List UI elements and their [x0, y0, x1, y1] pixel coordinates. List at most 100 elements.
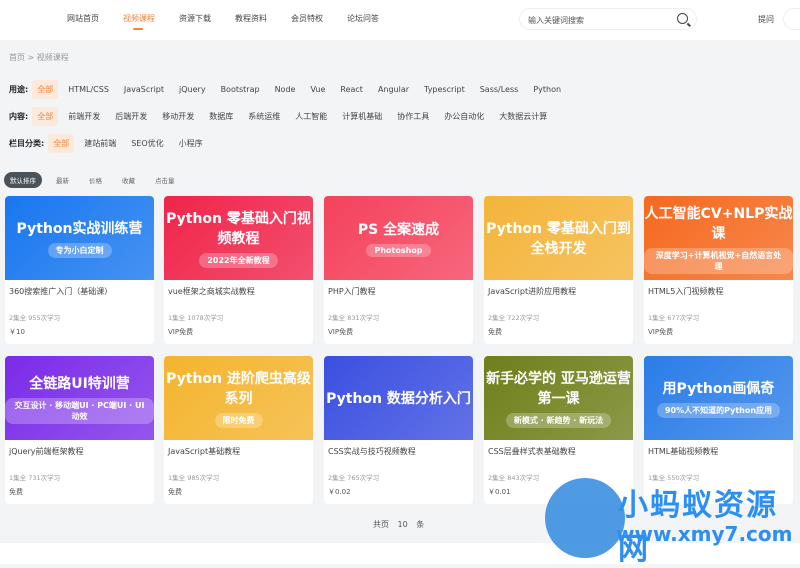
banner-title: 人工智能CV+NLP实战课 [644, 205, 793, 242]
course-price: ￥10 [9, 328, 25, 336]
filter-option[interactable]: jQuery [174, 81, 211, 98]
course-card[interactable]: Python 数据分析入门 CSS实战与技巧视频教程 2集全 765次学习 ￥0.02 [324, 356, 473, 504]
course-title[interactable]: PHP入门教程 [328, 286, 469, 297]
course-title[interactable]: CSS层叠样式表基础教程 [488, 446, 629, 457]
filter-option[interactable]: 人工智能 [290, 107, 332, 126]
sort-option[interactable]: 收藏 [116, 172, 141, 188]
filter-option[interactable]: 全部 [48, 134, 75, 153]
course-meta: 1集全 731次学习 [9, 474, 61, 482]
course-title[interactable]: CSS实战与技巧视频教程 [328, 446, 469, 457]
banner-title: PS 全案速成 [357, 222, 440, 238]
filter-option[interactable]: 移动开发 [157, 107, 199, 126]
filter-option[interactable]: Node [270, 81, 301, 98]
filter-option[interactable]: Python [528, 81, 566, 98]
course-meta: 2集全 831次学习 [328, 314, 380, 322]
course-banner[interactable]: 人工智能CV+NLP实战课深度学习+计算机视觉+自然语言处理 [644, 196, 793, 280]
course-card[interactable]: PS 全案速成 Photoshop PHP入门教程 2集全 831次学习 VIP免费 [324, 196, 473, 344]
filter-option[interactable]: 全部 [32, 80, 59, 99]
filter-option[interactable]: 协作工具 [392, 107, 434, 126]
filter-row: 内容: 全部 前端开发 后端开发 移动开发 数据库 系统运维 人工智能 计算机基础 协作工具 办公自… [9, 107, 557, 126]
course-meta: 1集全 1078次学习 [168, 314, 224, 322]
course-card[interactable]: Python实战训练营 专为小白定制 360搜索推广入门（基础课） 2集全 955次学… [5, 196, 154, 344]
course-banner[interactable]: Python 数据分析入门 [324, 356, 473, 440]
nav-item[interactable]: 论坛问答 [347, 13, 379, 24]
course-banner[interactable]: Python 进阶爬虫高级系列限时免费 [164, 356, 313, 440]
nav-item[interactable]: 网站首页 [67, 13, 99, 24]
filter-option[interactable]: 计算机基础 [337, 107, 387, 126]
course-card[interactable]: 人工智能CV+NLP实战课深度学习+计算机视觉+自然语言处理 HTML5入门视频教… [644, 196, 793, 344]
sort-option[interactable]: 点击量 [149, 172, 181, 188]
nav-item[interactable]: 会员特权 [291, 13, 323, 24]
course-banner[interactable]: Python 零基础入门视频教程 2022年全新教程 [164, 196, 313, 280]
filter-option[interactable]: 后端开发 [110, 107, 152, 126]
course-title[interactable]: HTML基础视频教程 [648, 446, 789, 457]
filter-option[interactable]: JavaScript [119, 81, 169, 98]
filter-option[interactable]: 小程序 [174, 134, 208, 153]
banner-subtitle: 深度学习+计算机视觉+自然语言处理 [644, 247, 793, 274]
filter-option[interactable]: React [335, 81, 368, 98]
search-input[interactable]: 输入关键词搜索 [519, 8, 697, 30]
course-banner[interactable]: 全链路UI特训营 交互设计 · 移动端UI · PC端UI · UI动效 [5, 356, 154, 440]
filter-option[interactable]: 前端开发 [63, 107, 105, 126]
course-title[interactable]: HTML5入门视频教程 [648, 286, 789, 297]
sort-option[interactable]: 默认排序 [4, 172, 42, 188]
ask-link[interactable]: 提问 [758, 14, 774, 25]
nav-item[interactable]: 资源下载 [179, 13, 211, 24]
course-title[interactable]: jQuery前端框架教程 [9, 446, 150, 457]
filter-option[interactable]: 数据库 [204, 107, 238, 126]
course-price: 免费 [488, 328, 502, 336]
banner-title: Python 零基础入门视频教程 [166, 211, 311, 247]
course-banner[interactable]: Python实战训练营 专为小白定制 [5, 196, 154, 280]
filter-option[interactable]: 大数据云计算 [494, 107, 552, 126]
filter-option[interactable]: HTML/CSS [63, 81, 114, 98]
filter-option[interactable]: Bootstrap [216, 81, 265, 98]
course-card[interactable]: Python 进阶爬虫高级系列 限时免费 JavaScript基础教程 1集全 985… [164, 356, 313, 504]
course-card[interactable]: Python 零基础入门到全栈开发 JavaScript进阶应用教程 2集全 722… [484, 196, 633, 344]
course-banner[interactable]: 新手必学的 亚马逊运营 第一课 新模式 · 新趋势 · 新玩法 [484, 356, 633, 440]
filter-option[interactable]: Typescript [419, 81, 470, 98]
filter-option[interactable]: SEO优化 [126, 134, 168, 153]
course-title[interactable]: vue框架之商城实战教程 [168, 286, 309, 297]
course-banner[interactable]: 用Python画佩奇 90%人不知道的Python应用 [644, 356, 793, 440]
course-card[interactable]: 新手必学的 亚马逊运营 第一课 新模式 · 新趋势 · 新玩法 CSS层叠样式表基础… [484, 356, 633, 504]
filter-option[interactable]: Vue [305, 81, 330, 98]
banner-subtitle: 限时免费 [214, 413, 263, 428]
breadcrumb: 首页 > 视频课程 [9, 53, 69, 62]
course-meta: 2集全 722次学习 [488, 314, 540, 322]
filter-label: 内容: [9, 112, 29, 121]
search-placeholder: 输入关键词搜索 [528, 16, 584, 25]
banner-subtitle: 90%人不知道的Python应用 [656, 403, 781, 418]
banner-title: Python 零基础入门到全栈开发 [486, 221, 631, 257]
sort-option[interactable]: 最新 [50, 172, 75, 188]
banner-subtitle: 新模式 · 新趋势 · 新玩法 [505, 413, 612, 428]
course-title[interactable]: JavaScript进阶应用教程 [488, 286, 629, 297]
course-title[interactable]: 360搜索推广入门（基础课） [9, 286, 150, 297]
banner-subtitle: 2022年全新教程 [199, 253, 278, 268]
course-banner[interactable]: PS 全案速成 Photoshop [324, 196, 473, 280]
banner-title: Python 进阶爬虫高级系列 [166, 371, 311, 407]
course-card[interactable]: Python 零基础入门视频教程 2022年全新教程 vue框架之商城实战教程 1集全… [164, 196, 313, 344]
filter-option[interactable]: 建站前端 [79, 134, 121, 153]
search-icon[interactable] [677, 13, 688, 24]
filter-row: 栏目分类: 全部 建站前端 SEO优化 小程序 [9, 134, 213, 153]
banner-title: 全链路UI特训营 [29, 375, 130, 392]
sort-option[interactable]: 价格 [83, 172, 108, 188]
filter-option[interactable]: 系统运维 [243, 107, 285, 126]
filter-option[interactable]: Angular [373, 81, 414, 98]
course-banner[interactable]: Python 零基础入门到全栈开发 [484, 196, 633, 280]
banner-title: Python实战训练营 [16, 221, 143, 237]
course-meta: 2集全 955次学习 [9, 314, 61, 322]
watermark-ant-logo [545, 478, 625, 558]
main-nav: 网站首页 视频课程 资源下载 教程资料 会员特权 论坛问答 [67, 13, 403, 30]
course-price: VIP免费 [328, 328, 354, 336]
nav-item[interactable]: 教程资料 [235, 13, 267, 24]
filter-option[interactable]: 办公自动化 [439, 107, 489, 126]
course-card[interactable]: 全链路UI特训营 交互设计 · 移动端UI · PC端UI · UI动效 jQuer… [5, 356, 154, 504]
filter-option[interactable]: 全部 [32, 107, 59, 126]
filter-option[interactable]: Sass/Less [475, 81, 524, 98]
nav-item[interactable]: 视频课程 [123, 13, 155, 30]
user-button[interactable] [783, 8, 800, 30]
pagination: 共页 10 条 [373, 520, 425, 529]
banner-title: Python 数据分析入门 [326, 391, 471, 407]
course-title[interactable]: JavaScript基础教程 [168, 446, 309, 457]
